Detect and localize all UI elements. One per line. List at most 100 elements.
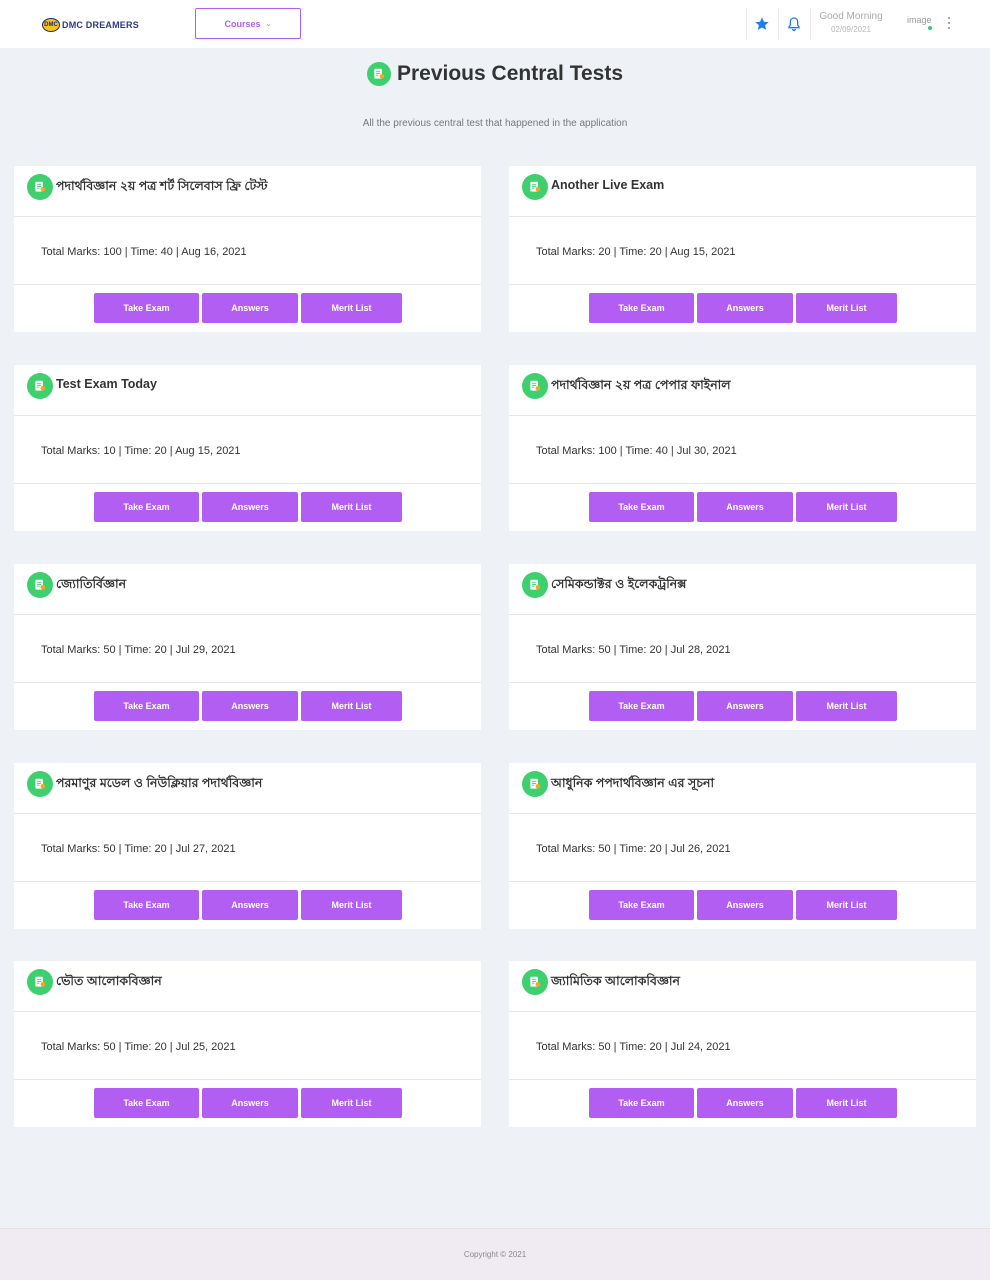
test-meta: Total Marks: 100 | Time: 40 | Jul 30, 20…: [536, 445, 737, 457]
card-body: Total Marks: 50 | Time: 20 | Jul 29, 202…: [14, 616, 481, 683]
test-card: পদার্থবিজ্ঞান ২য় পত্র পেপার ফাইনাল Tota…: [509, 365, 976, 531]
merit-list-button[interactable]: Merit List: [796, 890, 897, 920]
card-actions: Take Exam Answers Merit List: [589, 691, 897, 721]
take-exam-button[interactable]: Take Exam: [589, 691, 694, 721]
merit-list-button[interactable]: Merit List: [796, 1088, 897, 1118]
merit-list-button[interactable]: Merit List: [301, 890, 402, 920]
kebab-menu-icon[interactable]: [946, 17, 952, 29]
test-card: সেমিকন্ডাক্টর ও ইলেকট্রনিক্স Total Marks…: [509, 564, 976, 730]
card-actions: Take Exam Answers Merit List: [94, 293, 402, 323]
test-card: Test Exam Today Total Marks: 10 | Time: …: [14, 365, 481, 531]
merit-list-button[interactable]: Merit List: [301, 1088, 402, 1118]
logo-badge: DMC: [42, 18, 60, 32]
answers-button[interactable]: Answers: [697, 1088, 793, 1118]
exam-icon: [366, 62, 391, 86]
merit-list-button[interactable]: Merit List: [796, 293, 897, 323]
card-header: আধুনিক পপদার্থবিজ্ঞান এর সূচনা: [509, 763, 976, 814]
take-exam-button[interactable]: Take Exam: [94, 293, 199, 323]
answers-button[interactable]: Answers: [202, 890, 298, 920]
greeting-text: Good Morning: [819, 11, 883, 22]
card-actions: Take Exam Answers Merit List: [94, 1088, 402, 1118]
take-exam-button[interactable]: Take Exam: [589, 293, 694, 323]
take-exam-button[interactable]: Take Exam: [589, 1088, 694, 1118]
test-title: Test Exam Today: [56, 377, 157, 391]
bell-icon[interactable]: [784, 14, 804, 34]
merit-list-button[interactable]: Merit List: [301, 293, 402, 323]
test-title: Another Live Exam: [551, 178, 665, 192]
take-exam-button[interactable]: Take Exam: [589, 890, 694, 920]
merit-list-button[interactable]: Merit List: [796, 691, 897, 721]
exam-icon: [27, 969, 53, 995]
test-meta: Total Marks: 50 | Time: 20 | Jul 28, 202…: [536, 644, 731, 656]
page-title: Previous Central Tests: [396, 62, 624, 85]
answers-button[interactable]: Answers: [697, 293, 793, 323]
test-title: ভৌত আলোকবিজ্ঞান: [56, 974, 162, 988]
take-exam-button[interactable]: Take Exam: [94, 691, 199, 721]
test-meta: Total Marks: 50 | Time: 20 | Jul 27, 202…: [41, 843, 236, 855]
online-status-dot: [928, 26, 932, 30]
courses-dropdown[interactable]: Courses ⌄: [195, 8, 301, 39]
card-body: Total Marks: 50 | Time: 20 | Jul 27, 202…: [14, 815, 481, 882]
page-subtitle: All the previous central test that happe…: [362, 118, 628, 129]
page-header: Previous Central Tests: [0, 62, 990, 86]
card-actions: Take Exam Answers Merit List: [94, 492, 402, 522]
card-header: Test Exam Today: [14, 365, 481, 416]
current-date: 02/09/2021: [830, 25, 872, 34]
avatar[interactable]: image: [907, 15, 947, 31]
answers-button[interactable]: Answers: [202, 293, 298, 323]
test-meta: Total Marks: 50 | Time: 20 | Jul 26, 202…: [536, 843, 731, 855]
test-meta: Total Marks: 20 | Time: 20 | Aug 15, 202…: [536, 246, 736, 258]
card-actions: Take Exam Answers Merit List: [94, 691, 402, 721]
card-body: Total Marks: 50 | Time: 20 | Jul 25, 202…: [14, 1013, 481, 1080]
exam-icon: [522, 572, 548, 598]
test-title: জ্যোতির্বিজ্ঞান: [56, 577, 127, 591]
card-header: জ্যোতির্বিজ্ঞান: [14, 564, 481, 615]
answers-button[interactable]: Answers: [202, 1088, 298, 1118]
card-header: Another Live Exam: [509, 166, 976, 217]
answers-button[interactable]: Answers: [697, 691, 793, 721]
merit-list-button[interactable]: Merit List: [301, 492, 402, 522]
test-title: জ্যামিতিক আলোকবিজ্ঞান: [551, 974, 680, 988]
merit-list-button[interactable]: Merit List: [301, 691, 402, 721]
test-meta: Total Marks: 100 | Time: 40 | Aug 16, 20…: [41, 246, 247, 258]
divider: [778, 8, 779, 40]
take-exam-button[interactable]: Take Exam: [94, 492, 199, 522]
take-exam-button[interactable]: Take Exam: [94, 1088, 199, 1118]
answers-button[interactable]: Answers: [697, 890, 793, 920]
card-header: পদার্থবিজ্ঞান ২য় পত্র পেপার ফাইনাল: [509, 365, 976, 416]
test-title: আধুনিক পপদার্থবিজ্ঞান এর সূচনা: [551, 776, 715, 790]
merit-list-button[interactable]: Merit List: [796, 492, 897, 522]
logo[interactable]: DMC DMC DREAMERS: [42, 16, 139, 34]
footer: Copyright © 2021: [0, 1228, 990, 1280]
card-actions: Take Exam Answers Merit List: [589, 492, 897, 522]
courses-label: Courses: [224, 18, 261, 29]
card-header: সেমিকন্ডাক্টর ও ইলেকট্রনিক্স: [509, 564, 976, 615]
answers-button[interactable]: Answers: [697, 492, 793, 522]
card-actions: Take Exam Answers Merit List: [589, 890, 897, 920]
greeting-block: Good Morning 02/09/2021: [812, 11, 890, 34]
card-header: ভৌত আলোকবিজ্ঞান: [14, 961, 481, 1012]
exam-icon: [522, 373, 548, 399]
card-body: Total Marks: 20 | Time: 20 | Aug 15, 202…: [509, 218, 976, 285]
card-header: পরমাণুর মডেল ও নিউক্লিয়ার পদার্থবিজ্ঞান: [14, 763, 481, 814]
star-icon[interactable]: [752, 14, 772, 34]
card-body: Total Marks: 50 | Time: 20 | Jul 24, 202…: [509, 1013, 976, 1080]
test-meta: Total Marks: 50 | Time: 20 | Jul 25, 202…: [41, 1041, 236, 1053]
exam-icon: [27, 572, 53, 598]
card-actions: Take Exam Answers Merit List: [589, 293, 897, 323]
test-card: জ্যোতির্বিজ্ঞান Total Marks: 50 | Time: …: [14, 564, 481, 730]
exam-icon: [27, 174, 53, 200]
answers-button[interactable]: Answers: [202, 691, 298, 721]
card-body: Total Marks: 100 | Time: 40 | Jul 30, 20…: [509, 417, 976, 484]
exam-icon: [27, 771, 53, 797]
divider: [746, 8, 747, 40]
answers-button[interactable]: Answers: [202, 492, 298, 522]
test-title: পদার্থবিজ্ঞান ২য় পত্র শর্ট সিলেবাস ফ্রি…: [56, 179, 268, 193]
take-exam-button[interactable]: Take Exam: [94, 890, 199, 920]
card-actions: Take Exam Answers Merit List: [589, 1088, 897, 1118]
card-body: Total Marks: 10 | Time: 20 | Aug 15, 202…: [14, 417, 481, 484]
take-exam-button[interactable]: Take Exam: [589, 492, 694, 522]
chevron-down-icon: ⌄: [265, 20, 272, 28]
card-body: Total Marks: 50 | Time: 20 | Jul 28, 202…: [509, 616, 976, 683]
test-title: পদার্থবিজ্ঞান ২য় পত্র পেপার ফাইনাল: [551, 378, 731, 392]
